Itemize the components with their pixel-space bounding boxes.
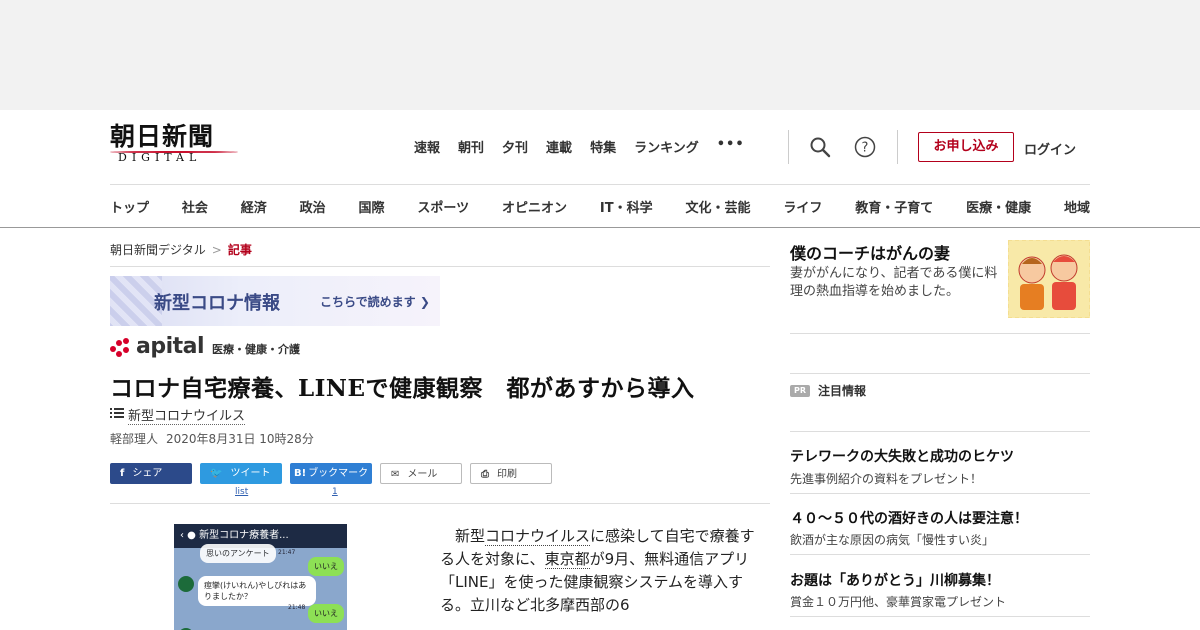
pr-header: PR 注目情報: [790, 382, 866, 399]
pr-item-title[interactable]: ４０～５０代の酒好きの人は要注意！: [790, 508, 1028, 528]
logo-swoosh: [110, 151, 238, 153]
topic-label: 新型コロナウイルス: [128, 405, 246, 425]
svg-text:?: ?: [862, 141, 869, 156]
hatena-bookmark-button[interactable]: B! ブックマーク: [290, 463, 372, 484]
keyword-link-corona[interactable]: コロナウイルス: [485, 527, 591, 546]
nav-sokuho[interactable]: 速報: [414, 137, 440, 156]
cat-region[interactable]: 地域: [1064, 197, 1090, 216]
pr-item-sub[interactable]: 賞金１０万円他、豪華賞家電プレゼント: [790, 593, 1006, 610]
cat-it-science[interactable]: IT・科学: [600, 197, 653, 216]
mail-share-button[interactable]: ✉ メール: [380, 463, 462, 484]
facebook-icon: f: [120, 468, 125, 479]
twitter-count[interactable]: list: [235, 487, 248, 497]
apital-section[interactable]: apital 医療・健康・介護: [110, 336, 300, 358]
list-icon: [110, 407, 124, 423]
pr-rule: [790, 431, 1090, 432]
corona-info-banner[interactable]: 新型コロナ情報 こちらで読めます ❯: [110, 276, 440, 326]
site-logo[interactable]: 朝日新聞 DIGITAL: [110, 123, 242, 169]
feature-title[interactable]: 僕のコーチはがんの妻: [790, 240, 950, 264]
pr-item-sub[interactable]: 飲酒が主な原因の病気「慢性すい炎」: [790, 531, 994, 548]
feature-description[interactable]: 妻ががんになり、記者である僕に料理の熱血指導を始めました。: [790, 265, 1005, 301]
apital-logo-text: apital: [136, 334, 205, 359]
share-rule: [110, 503, 770, 504]
twitter-share-button[interactable]: 🐦 ツイート: [200, 463, 282, 484]
pr-item-rule: [790, 616, 1090, 617]
chat-question: 痙攣(けいれん)やしびれはありましたか？: [198, 576, 316, 606]
keyword-link-tokyo[interactable]: 東京都: [544, 550, 590, 569]
breadcrumb-home[interactable]: 朝日新聞デジタル: [110, 243, 206, 257]
nav-choukan[interactable]: 朝刊: [458, 137, 484, 156]
cat-international[interactable]: 国際: [359, 197, 385, 216]
logo-sub: DIGITAL: [118, 151, 202, 164]
bot-avatar: [178, 576, 194, 592]
header-divider-2: [897, 130, 898, 164]
feature-illustration[interactable]: [1008, 240, 1090, 318]
apital-tagline: 医療・健康・介護: [212, 343, 301, 356]
author-name: 軽部理人: [110, 432, 159, 446]
pr-item-title[interactable]: お題は「ありがとう」川柳募集！: [790, 570, 1000, 590]
cat-education[interactable]: 教育・子育て: [855, 197, 933, 216]
nav-tokushu[interactable]: 特集: [590, 137, 616, 156]
pr-badge: PR: [790, 384, 810, 397]
banner-link: こちらで読めます ❯: [320, 295, 430, 309]
cat-society[interactable]: 社会: [182, 197, 208, 216]
publish-date: 2020年8月31日 10時28分: [166, 432, 314, 446]
breadcrumb-rule: [110, 266, 770, 267]
topic-link[interactable]: 新型コロナウイルス: [110, 405, 246, 425]
cat-politics[interactable]: 政治: [300, 197, 326, 216]
cat-top[interactable]: トップ: [110, 197, 149, 216]
nav-yukan[interactable]: 夕刊: [502, 137, 528, 156]
breadcrumb-current: 記事: [227, 243, 252, 257]
breadcrumb-separator: >: [211, 243, 222, 257]
site-header: 朝日新聞 DIGITAL 速報 朝刊 夕刊 連載 特集 ランキング ••• ? …: [0, 110, 1200, 185]
cat-economy[interactable]: 経済: [241, 197, 267, 216]
chat-bubble: 思いのアンケート: [200, 544, 276, 563]
article-body: 新型コロナウイルスに感染して自宅で療養する人を対象に、東京都が9月、無料通信アプ…: [440, 527, 755, 614]
cat-culture[interactable]: 文化・芸能: [685, 197, 750, 216]
byline: 軽部理人 2020年8月31日 10時28分: [110, 430, 314, 447]
banner-title: 新型コロナ情報: [154, 293, 280, 314]
twitter-icon: 🐦: [210, 468, 223, 479]
header-nav: 速報 朝刊 夕刊 連載 特集 ランキング •••: [414, 137, 763, 156]
signup-button[interactable]: お申し込み: [918, 132, 1014, 162]
nav-ranking[interactable]: ランキング: [634, 137, 699, 156]
header-divider: [788, 130, 789, 164]
sidebar-rule: [790, 333, 1090, 334]
article-photo[interactable]: ‹ ● 新型コロナ療養者... 思いのアンケート 21:47 いいえ 痙攣(けい…: [174, 524, 347, 630]
pr-item-rule: [790, 493, 1090, 494]
facebook-share-button[interactable]: f シェア: [110, 463, 192, 484]
category-nav-rule: [0, 227, 1200, 228]
chat-timestamp-2: 21:48: [288, 604, 306, 611]
chat-timestamp: 21:47: [278, 549, 296, 556]
help-icon[interactable]: ?: [854, 136, 876, 158]
cat-opinion[interactable]: オピニオン: [502, 197, 567, 216]
pr-item-sub[interactable]: 先進事例紹介の資料をプレゼント！: [790, 470, 982, 487]
search-icon[interactable]: [809, 136, 831, 158]
hatena-icon: B!: [294, 468, 307, 479]
logo-main: 朝日新聞: [110, 122, 215, 151]
article-headline: コロナ自宅療養、LINEで健康観察 都があすから導入: [110, 375, 695, 402]
login-link[interactable]: ログイン: [1024, 139, 1076, 158]
pr-rule-top: [790, 373, 1090, 374]
hatena-count[interactable]: 1: [332, 487, 338, 497]
pr-label: 注目情報: [818, 384, 867, 398]
cat-sports[interactable]: スポーツ: [417, 197, 469, 216]
print-icon: ⎙: [481, 469, 489, 480]
more-menu-button[interactable]: •••: [717, 137, 745, 156]
cat-health[interactable]: 医療・健康: [966, 197, 1031, 216]
nav-rensai[interactable]: 連載: [546, 137, 572, 156]
pr-item-rule: [790, 554, 1090, 555]
breadcrumb: 朝日新聞デジタル > 記事: [110, 241, 252, 258]
cat-life[interactable]: ライフ: [783, 197, 822, 216]
category-nav: トップ 社会 経済 政治 国際 スポーツ オピニオン IT・科学 文化・芸能 ラ…: [110, 184, 1090, 227]
chat-reply: いいえ: [308, 557, 344, 576]
top-ad-area: [0, 0, 1200, 110]
chevron-right-icon: ❯: [419, 295, 430, 309]
chat-reply-2: いいえ: [308, 604, 344, 623]
pr-item-title[interactable]: テレワークの大失敗と成功のヒケツ: [790, 446, 1014, 466]
print-button[interactable]: ⎙ 印刷: [470, 463, 552, 484]
mail-icon: ✉: [391, 469, 400, 480]
apital-logo-icon: [110, 338, 132, 358]
